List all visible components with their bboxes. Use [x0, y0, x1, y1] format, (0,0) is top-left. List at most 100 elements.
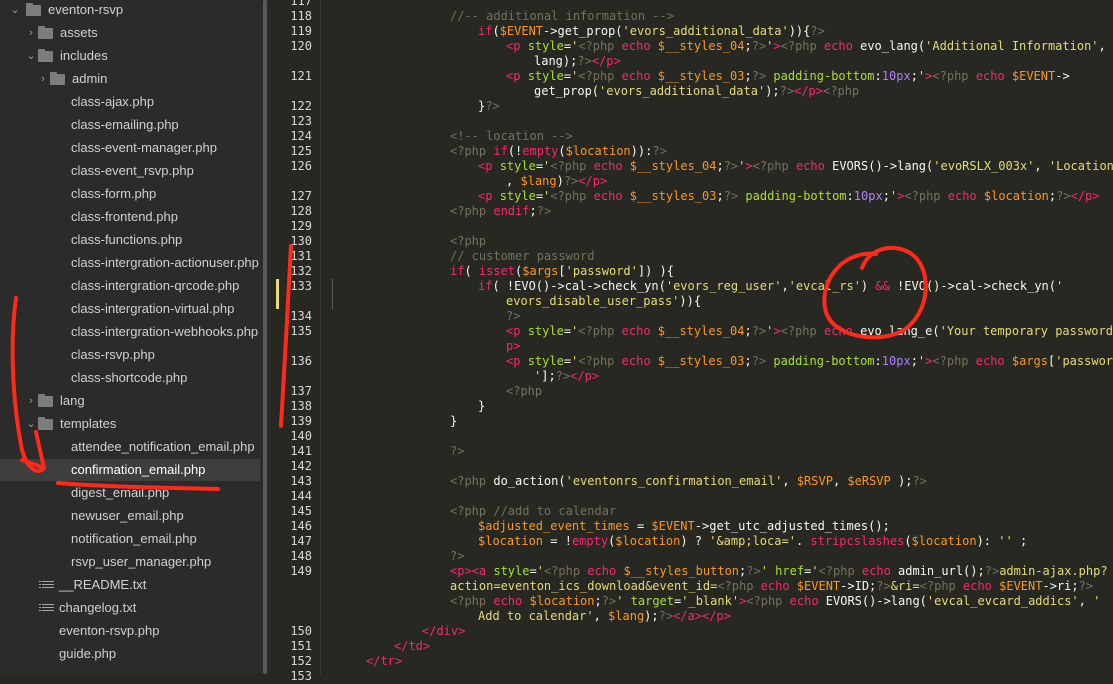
code-token: $EVENT: [999, 579, 1043, 593]
tree-root-folder[interactable]: ⌄ eventon-rsvp: [0, 0, 260, 21]
tree-file[interactable]: class-intergration-webhooks.php: [0, 321, 260, 343]
line-number: 125: [290, 144, 312, 158]
code-token: <?php: [578, 324, 622, 338]
code-token: echo: [493, 594, 530, 608]
code-line: //-- additional information -->: [450, 9, 674, 24]
tree-file[interactable]: class-ajax.php: [0, 91, 260, 113]
code-token: p>: [506, 339, 521, 353]
code-token: 10px: [881, 354, 911, 368]
code-line: <p><a style='<?php echo $__styles_button…: [450, 564, 1108, 579]
code-token: );: [765, 84, 780, 98]
tree-file[interactable]: guide.php: [0, 643, 260, 665]
code-token: get_prop(: [557, 24, 623, 38]
code-token: style: [499, 159, 536, 173]
code-token: endif: [493, 204, 530, 218]
code-token: <p: [506, 39, 528, 53]
code-token: href: [775, 564, 805, 578]
code-token: ?>: [751, 69, 774, 83]
code-line: <?php endif;?>: [450, 204, 551, 219]
code-token: ?>: [751, 354, 774, 368]
code-token: .: [795, 534, 811, 548]
folder-icon: [50, 72, 65, 85]
code-token: //-- additional information -->: [450, 9, 674, 23]
tree-folder[interactable]: › assets: [0, 22, 260, 44]
tree-file[interactable]: class-form.php: [0, 183, 260, 205]
tree-file[interactable]: __README.txt: [0, 574, 260, 596]
tree-file[interactable]: changelog.txt: [0, 597, 260, 619]
tree-folder[interactable]: ⌄ templates: [0, 413, 260, 435]
tree-file[interactable]: class-event_rsvp.php: [0, 160, 260, 182]
code-token: =: [563, 39, 572, 53]
code-token: $args: [522, 264, 559, 278]
tree-item-label: class-intergration-actionuser.php: [71, 255, 259, 270]
code-token: ):: [976, 534, 999, 548]
code-token: target: [630, 594, 675, 608]
code-token: padding-bottom: [773, 354, 875, 368]
tree-file[interactable]: notification_email.php: [0, 528, 260, 550]
code-token: $__styles_04: [657, 39, 745, 53]
code-token: ?>: [1056, 189, 1071, 203]
code-line: ?>: [506, 309, 520, 324]
code-editor[interactable]: //-- additional information --> if($EVENT…: [322, 0, 1113, 674]
code-token: =: [535, 189, 544, 203]
line-number: 149: [290, 564, 312, 578]
tree-file[interactable]: class-frontend.php: [0, 206, 260, 228]
code-line: <?php: [506, 384, 542, 399]
tree-file[interactable]: class-intergration-virtual.php: [0, 298, 260, 320]
tree-file[interactable]: attendee_notification_email.php: [0, 436, 260, 458]
code-token: echo: [587, 564, 624, 578]
code-token: $EVENT: [651, 519, 695, 533]
code-token: $location: [615, 534, 681, 548]
tree-folder[interactable]: ⌄ includes: [0, 45, 260, 67]
code-token: $EVENT: [796, 579, 841, 593]
code-token: style: [493, 564, 530, 578]
code-token: if: [478, 24, 493, 38]
tree-folder[interactable]: › admin: [0, 68, 260, 90]
tree-file[interactable]: class-rsvp.php: [0, 344, 260, 366]
folder-icon: [38, 26, 53, 39]
code-token: style: [527, 39, 564, 53]
tree-item-label: class-intergration-qrcode.php: [71, 278, 240, 293]
tree-item-label: admin: [72, 71, 108, 86]
line-number: 151: [290, 639, 312, 653]
sidebar-scroll-thumb[interactable]: [263, 0, 267, 674]
code-token: ;: [1012, 534, 1028, 548]
tree-file[interactable]: class-functions.php: [0, 229, 260, 251]
tree-file[interactable]: newuser_email.php: [0, 505, 260, 527]
code-token: padding-bottom: [773, 69, 875, 83]
code-token: <?php //add to calendar: [450, 504, 617, 518]
tree-file[interactable]: class-intergration-actionuser.php: [0, 252, 260, 274]
code-token: </p>: [794, 84, 824, 98]
tree-file[interactable]: digest_email.php: [0, 482, 260, 504]
code-token: , $: [1098, 39, 1113, 53]
code-token: <?php: [578, 39, 622, 53]
tree-file[interactable]: class-event-manager.php: [0, 137, 260, 159]
code-token: ;: [716, 159, 724, 173]
tree-folder[interactable]: › lang: [0, 390, 260, 412]
code-token: </a></p>: [673, 609, 731, 623]
tree-file[interactable]: rsvp_user_manager.php: [0, 551, 260, 573]
code-token: 'evors_reg_user': [665, 279, 782, 293]
folder-icon: [38, 394, 53, 407]
code-token: </tr>: [366, 654, 403, 668]
code-line: action=eventon_ics_download&event_id=<?p…: [450, 579, 1093, 594]
tree-file[interactable]: class-intergration-qrcode.php: [0, 275, 260, 297]
tree-file[interactable]: eventon-rsvp.php: [0, 620, 260, 642]
tree-file[interactable]: confirmation_email.php: [0, 459, 260, 481]
chevron-right-icon: ›: [41, 73, 45, 85]
line-number: 152: [290, 654, 312, 668]
tree-file[interactable]: class-emailing.php: [0, 114, 260, 136]
line-number: 127: [290, 189, 312, 203]
chevron-down-icon: ⌄: [26, 418, 36, 430]
line-number: 140: [290, 429, 312, 443]
code-token: <p: [478, 189, 500, 203]
tree-file[interactable]: class-shortcode.php: [0, 367, 260, 389]
code-line: <?php: [450, 234, 486, 249]
line-number: 120: [290, 39, 312, 53]
code-token: padding-bottom: [745, 189, 847, 203]
code-token: <?php: [550, 189, 594, 203]
code-token: ?>: [601, 594, 617, 608]
tree-item-label: newuser_email.php: [71, 508, 184, 523]
code-token: evors_disable_user_pass': [506, 294, 680, 308]
code-token: <?php: [543, 564, 588, 578]
